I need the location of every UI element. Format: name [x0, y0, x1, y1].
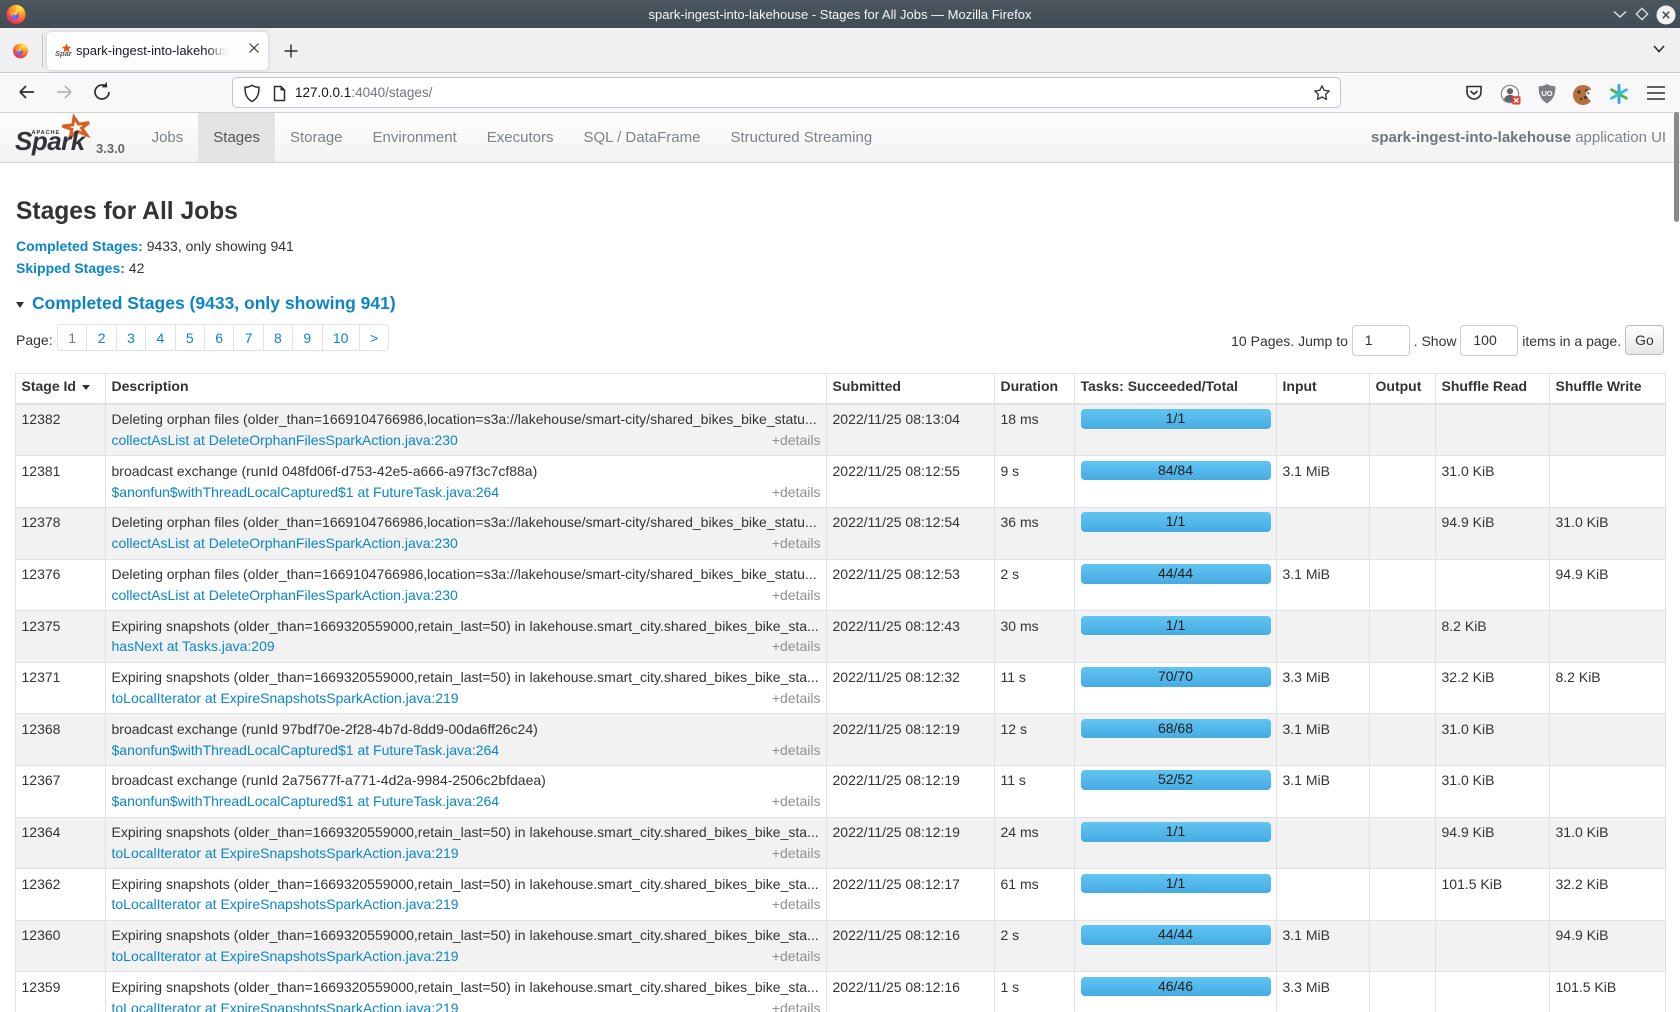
svg-text:Spark: Spark — [15, 126, 87, 156]
svg-text:UO: UO — [1541, 89, 1552, 98]
svg-text:Spark: Spark — [55, 49, 72, 58]
